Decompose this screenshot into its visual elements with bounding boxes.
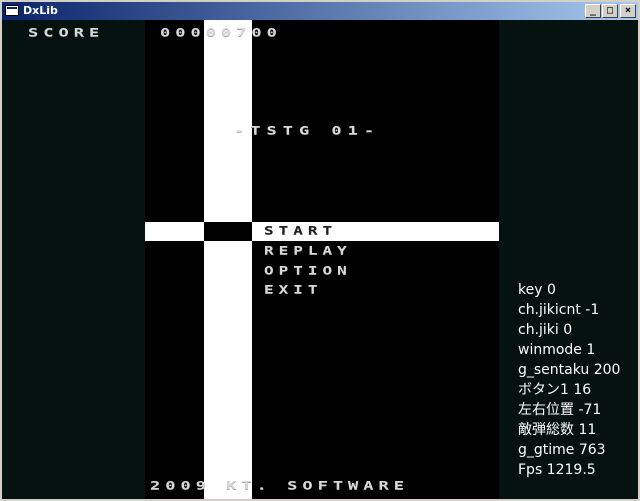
copyright-text: 2009 KT. SOFTWARE	[150, 479, 409, 493]
debug-line: g_gtime 763	[518, 442, 606, 458]
game-canvas[interactable]: SCORE 00000700 -TSTG 01- START REPLAY OP…	[2, 20, 638, 499]
debug-panel: key 0 ch.jikicnt -1 ch.jiki 0 winmode 1 …	[518, 280, 620, 480]
stage-title: -TSTG 01-	[234, 124, 381, 138]
menu-selection-bar-gap	[204, 222, 252, 241]
title-bar[interactable]: DxLib _ □ ×	[2, 2, 638, 20]
debug-line: 左右位置 -71	[518, 402, 602, 418]
white-stripe	[204, 20, 252, 499]
debug-line: ch.jikicnt -1	[518, 302, 600, 318]
menu-item-option[interactable]: OPTION	[264, 264, 352, 277]
app-window-icon	[5, 5, 19, 16]
minimize-button[interactable]: _	[585, 4, 601, 18]
menu-item-start[interactable]: START	[264, 224, 337, 237]
app-window: DxLib _ □ × SCORE 00000700 -TSTG 01- STA…	[0, 0, 640, 501]
debug-line: g_sentaku 200	[518, 362, 621, 378]
debug-line: 敵弾総数 11	[518, 422, 597, 438]
debug-line: Fps 1219.5	[518, 462, 596, 478]
close-button[interactable]: ×	[620, 4, 636, 18]
menu-item-replay[interactable]: REPLAY	[264, 244, 352, 257]
window-title: DxLib	[23, 4, 58, 17]
menu-item-exit[interactable]: EXIT	[264, 283, 323, 296]
maximize-button[interactable]: □	[602, 4, 618, 18]
debug-line: ch.jiki 0	[518, 322, 573, 338]
debug-line: winmode 1	[518, 342, 596, 358]
score-label: SCORE	[28, 26, 105, 40]
playfield	[145, 20, 499, 499]
debug-line: key 0	[518, 282, 556, 298]
score-value: 00000700	[160, 26, 282, 40]
debug-line: ボタン1 16	[518, 382, 592, 398]
